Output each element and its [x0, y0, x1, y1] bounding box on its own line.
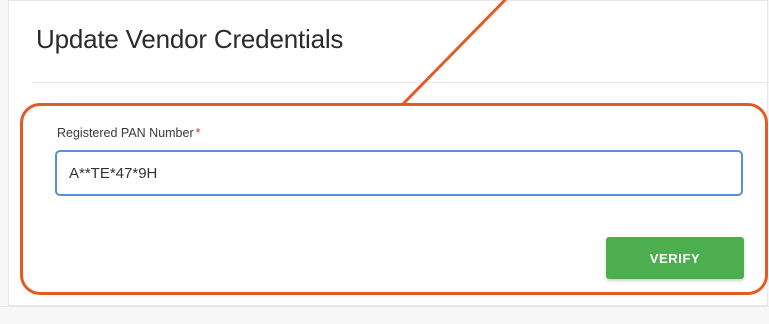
verify-button[interactable]: VERIFY	[606, 237, 744, 279]
header-divider	[32, 82, 769, 83]
pan-field-label-text: Registered PAN Number	[57, 126, 194, 140]
pan-number-input[interactable]	[55, 150, 743, 196]
pan-field-label: Registered PAN Number *	[57, 126, 201, 140]
required-marker: *	[195, 126, 201, 140]
page-title: Update Vendor Credentials	[36, 24, 344, 54]
bottom-divider	[0, 306, 769, 307]
